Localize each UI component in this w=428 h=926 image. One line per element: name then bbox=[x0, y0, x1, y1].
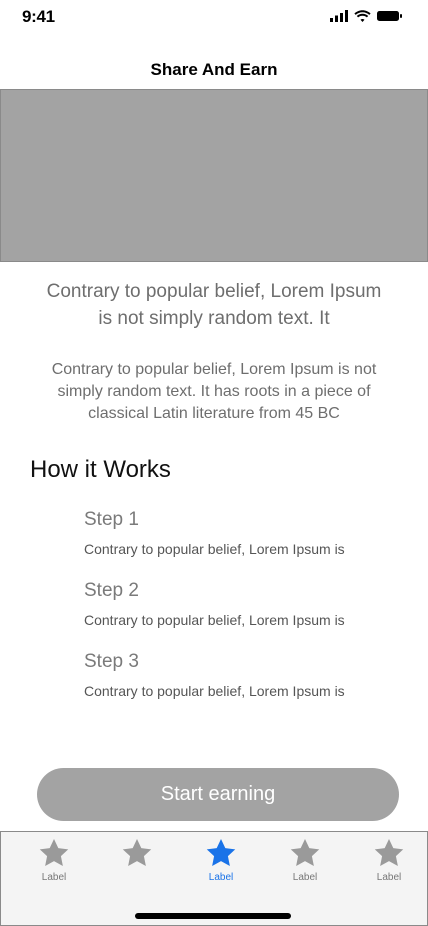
battery-icon bbox=[377, 11, 402, 21]
page-title: Share And Earn bbox=[150, 60, 278, 79]
home-indicator bbox=[135, 913, 291, 919]
star-icon bbox=[290, 839, 320, 867]
share-and-earn-screen: 9:41 Share And Earn Contrary to popular … bbox=[0, 0, 428, 926]
tab-label bbox=[95, 872, 179, 884]
status-icons bbox=[330, 10, 402, 22]
headline: Contrary to popular belief, Lorem Ipsum … bbox=[46, 281, 382, 329]
tab-label: Label bbox=[376, 872, 402, 883]
step-item: Step 2 Contrary to popular belief, Lorem… bbox=[84, 579, 404, 629]
star-icon bbox=[374, 839, 404, 867]
tab-label: Label bbox=[208, 872, 234, 883]
description-text: Contrary to popular belief, Lorem Ipsum … bbox=[51, 361, 377, 422]
step-description: Contrary to popular belief, Lorem Ipsum … bbox=[84, 683, 345, 699]
star-icon bbox=[206, 839, 236, 867]
step-title: Step 1 bbox=[84, 509, 139, 530]
tab-bar: Label Label Label Label bbox=[0, 831, 428, 926]
tab-2[interactable] bbox=[95, 838, 179, 890]
how-it-works-title: How it Works bbox=[30, 456, 171, 483]
step-item: Step 1 Contrary to popular belief, Lorem… bbox=[84, 508, 404, 558]
tab-4[interactable]: Label bbox=[263, 838, 347, 890]
status-bar: 9:41 bbox=[0, 0, 428, 36]
step-title: Step 3 bbox=[84, 651, 139, 672]
tab-5[interactable]: Label bbox=[347, 838, 428, 890]
step-description: Contrary to popular belief, Lorem Ipsum … bbox=[84, 541, 345, 557]
step-title: Step 2 bbox=[84, 580, 139, 601]
wifi-icon bbox=[354, 10, 371, 22]
step-item: Step 3 Contrary to popular belief, Lorem… bbox=[84, 650, 404, 700]
star-icon bbox=[122, 839, 152, 867]
start-earning-button[interactable]: Start earning bbox=[37, 768, 399, 821]
tab-label: Label bbox=[41, 872, 67, 883]
status-time: 9:41 bbox=[22, 7, 55, 26]
tab-3[interactable]: Label bbox=[179, 838, 263, 890]
signal-icon bbox=[330, 10, 348, 22]
tab-1[interactable]: Label bbox=[12, 838, 96, 890]
banner-image bbox=[0, 89, 428, 262]
star-icon bbox=[39, 839, 69, 867]
tab-label: Label bbox=[292, 872, 318, 883]
step-description: Contrary to popular belief, Lorem Ipsum … bbox=[84, 612, 345, 628]
